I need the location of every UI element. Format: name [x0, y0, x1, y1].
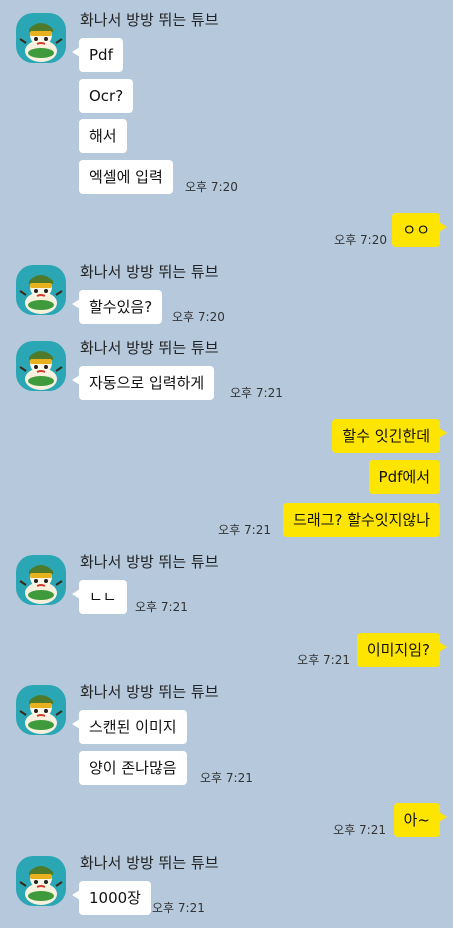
message-bubble[interactable]: Pdf [72, 38, 123, 72]
message-bubble[interactable]: 자동으로 입력하게 [71, 366, 215, 400]
message-timestamp: 오후 7:20 [172, 310, 225, 324]
message-timestamp: 오후 7:20 [334, 233, 387, 247]
tube-avatar-icon[interactable] [16, 555, 66, 605]
message-bubble[interactable]: ㄴㄴ [72, 580, 127, 614]
message-timestamp: 오후 7:21 [230, 386, 283, 400]
message-timestamp: 오후 7:21 [218, 523, 271, 537]
message-timestamp: 오후 7:20 [185, 180, 238, 194]
message-timestamp: 오후 7:21 [200, 771, 253, 785]
message-timestamp: 오후 7:21 [333, 823, 386, 837]
tube-avatar-icon[interactable] [16, 856, 66, 906]
tube-avatar-icon[interactable] [16, 265, 66, 315]
message-bubble[interactable]: 해서 [79, 119, 127, 153]
message-timestamp: 오후 7:21 [297, 653, 350, 667]
message-bubble[interactable]: 드래그? 할수잇지않나 [283, 503, 440, 537]
sender-name: 화나서 방방 뛰는 튜브 [80, 854, 219, 872]
sender-name: 화나서 방방 뛰는 튜브 [80, 11, 219, 29]
message-bubble[interactable]: 아~ [393, 803, 448, 837]
chat-log[interactable]: 화나서 방방 뛰는 튜브 Pdf Ocr? 해서 엑셀에 입력 오후 7:20 … [0, 0, 453, 928]
message-bubble[interactable]: Pdf에서 [368, 460, 440, 494]
message-timestamp: 오후 7:21 [152, 901, 205, 915]
message-bubble[interactable]: 스캔된 이미지 [72, 710, 187, 744]
message-bubble[interactable]: ㅇㅇ [392, 213, 447, 247]
message-bubble[interactable]: 할수 잇긴한데 [332, 419, 447, 453]
message-bubble[interactable]: 할수있음? [71, 290, 163, 324]
message-bubble[interactable]: 1000장 [72, 881, 151, 915]
tube-avatar-icon[interactable] [16, 685, 66, 735]
sender-name: 화나서 방방 뛰는 튜브 [80, 339, 219, 357]
tube-avatar-icon[interactable] [16, 341, 66, 391]
sender-name: 화나서 방방 뛰는 튜브 [80, 683, 219, 701]
message-bubble[interactable]: 이미지임? [356, 633, 448, 667]
tube-avatar-icon[interactable] [16, 13, 66, 63]
message-bubble[interactable]: 양이 존나많음 [79, 751, 187, 785]
sender-name: 화나서 방방 뛰는 튜브 [80, 553, 219, 571]
sender-name: 화나서 방방 뛰는 튜브 [80, 263, 219, 281]
message-timestamp: 오후 7:21 [135, 600, 188, 614]
message-bubble[interactable]: Ocr? [79, 79, 134, 113]
message-bubble[interactable]: 엑셀에 입력 [79, 160, 173, 194]
